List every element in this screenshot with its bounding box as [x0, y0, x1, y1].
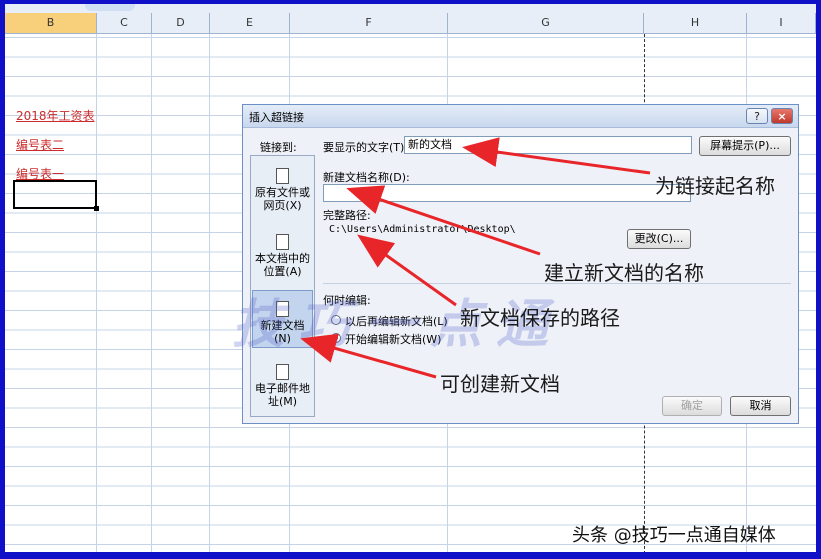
- annotation-new-doc-name: 建立新文档的名称: [544, 261, 704, 285]
- arrow-name: [462, 137, 651, 175]
- annotation-can-create: 可创建新文档: [440, 372, 560, 396]
- annotation-name-link: 为链接起名称: [655, 174, 775, 198]
- arrow-doc-name: [346, 185, 541, 256]
- credit-text: 头条 @技巧一点通自媒体: [572, 525, 776, 546]
- arrow-create: [300, 333, 437, 379]
- annotation-save-path: 新文档保存的路径: [460, 306, 620, 330]
- arrow-path: [357, 234, 457, 307]
